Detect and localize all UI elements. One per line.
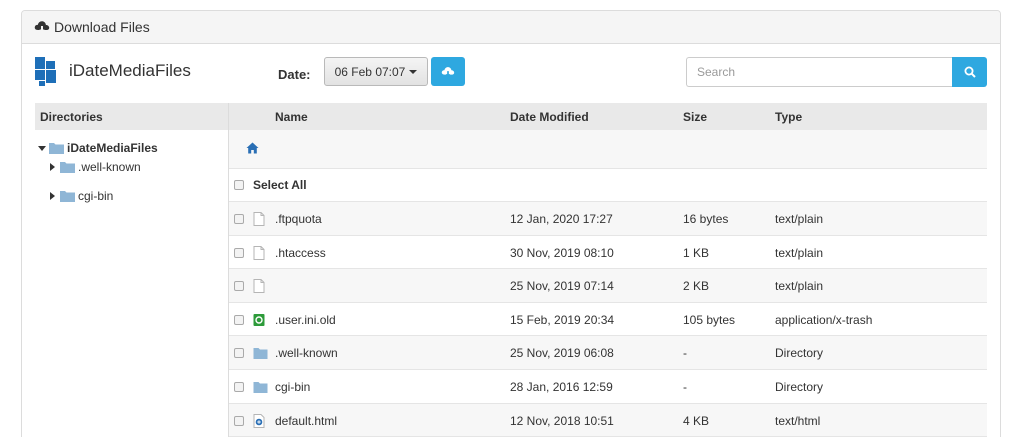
cell-type: text/plain (775, 245, 824, 260)
cell-name[interactable]: .user.ini.old (275, 313, 336, 327)
search-button[interactable] (952, 57, 987, 87)
cell-size: - (683, 346, 687, 361)
folder-icon (60, 162, 75, 173)
cell-size: 105 bytes (683, 312, 736, 327)
cell-modified: 28 Jan, 2016 12:59 (510, 380, 613, 394)
table-row[interactable]: .user.ini.old 15 Feb, 2019 20:34 105 bytes… (229, 303, 987, 337)
cloud-download-icon (441, 66, 455, 77)
cell-size: 2 KB (683, 279, 710, 294)
cell-modified: 25 Nov, 2019 06:08 (510, 346, 614, 361)
text-file-icon (253, 279, 265, 294)
files-pane: Name Date Modified Size Type Select All … (229, 103, 987, 437)
app-logo-icon (35, 57, 56, 86)
table-row[interactable]: 25 Nov, 2019 07:14 2 KB text/plain (229, 269, 987, 303)
row-checkbox[interactable] (234, 314, 244, 325)
folder-icon (49, 143, 64, 154)
row-checkbox[interactable] (234, 382, 244, 392)
cell-type: text/plain (775, 279, 824, 294)
files-table-header: Name Date Modified Size Type (229, 103, 987, 130)
tree-label: .well-known (78, 160, 141, 174)
cell-name[interactable]: .ftpquota (275, 212, 322, 226)
date-dropdown-button[interactable]: 06 Feb 07:07 (324, 57, 428, 86)
column-name[interactable]: Name (275, 110, 308, 124)
table-row[interactable]: default.html 12 Nov, 2018 10:51 4 KB text/h… (229, 403, 987, 437)
row-checkbox[interactable] (234, 214, 244, 224)
cloud-download-icon (34, 21, 50, 33)
cell-name[interactable]: cgi-bin (275, 380, 310, 394)
table-row[interactable]: .ftpquota 12 Jan, 2020 17:27 16 bytes text/… (229, 202, 987, 236)
expand-down-icon[interactable] (38, 145, 46, 151)
row-checkbox[interactable] (234, 247, 244, 258)
folder-icon (60, 191, 75, 202)
caret-down-icon (409, 69, 418, 74)
panel-title: Download Files (54, 19, 150, 35)
directories-pane: Directories iDateMediaFiles .well-known … (35, 103, 229, 437)
cell-size: 1 KB (683, 245, 710, 260)
folder-icon (253, 382, 268, 393)
search-icon (964, 66, 976, 78)
cell-modified: 30 Nov, 2019 08:10 (510, 245, 614, 260)
cell-size: - (683, 380, 687, 394)
tree-label: cgi-bin (78, 189, 114, 203)
download-button[interactable] (431, 57, 465, 86)
column-size[interactable]: Size (683, 110, 707, 124)
cell-type: application/x-trash (775, 312, 873, 327)
table-row[interactable]: .htaccess 30 Nov, 2019 08:10 1 KB text/plai… (229, 236, 987, 270)
cell-modified: 15 Feb, 2019 20:34 (510, 312, 615, 327)
cell-name[interactable]: .well-known (275, 346, 338, 360)
table-row[interactable]: cgi-bin 28 Jan, 2016 12:59 - Directory (229, 370, 987, 404)
app-name: iDateMediaFiles (69, 61, 191, 80)
html-file-icon (253, 413, 265, 428)
cell-modified: 12 Jan, 2020 17:27 (510, 212, 613, 226)
date-label: Date: (278, 67, 311, 82)
tree-item-cgi-bin[interactable]: cgi-bin (50, 189, 113, 203)
cell-modified: 12 Nov, 2018 10:51 (510, 413, 614, 428)
folder-icon (253, 348, 268, 360)
select-all-label[interactable]: Select All (253, 178, 307, 192)
column-date-modified[interactable]: Date Modified (510, 110, 589, 124)
cell-name[interactable]: default.html (275, 414, 337, 428)
tree-item-well-known[interactable]: .well-known (50, 160, 141, 174)
table-row[interactable]: .well-known 25 Nov, 2019 06:08 - Directory (229, 336, 987, 370)
select-all-row: Select All (229, 169, 987, 202)
text-file-icon (253, 212, 265, 226)
row-checkbox[interactable] (234, 281, 244, 292)
cell-type: Directory (775, 380, 824, 394)
download-files-panel: Download Files iDateMediaFiles Date: 06 … (21, 10, 1001, 437)
row-checkbox[interactable] (234, 415, 244, 426)
directories-header: Directories (35, 103, 228, 130)
cell-type: Directory (775, 346, 824, 361)
select-all-checkbox[interactable] (234, 180, 244, 190)
tree-item-root[interactable]: iDateMediaFiles (38, 141, 158, 155)
expand-right-icon[interactable] (50, 163, 55, 171)
cell-name[interactable]: .htaccess (275, 246, 326, 260)
column-type[interactable]: Type (775, 110, 802, 124)
tree-label-root: iDateMediaFiles (67, 141, 158, 155)
home-icon[interactable] (246, 142, 259, 154)
home-row (229, 130, 987, 169)
cell-type: text/plain (775, 212, 824, 226)
cell-modified: 25 Nov, 2019 07:14 (510, 279, 614, 294)
date-value: 06 Feb 07:07 (334, 64, 406, 79)
cell-type: text/html (775, 413, 821, 428)
trash-file-icon (253, 313, 265, 326)
cell-size: 4 KB (683, 413, 710, 428)
search-input[interactable] (686, 57, 953, 87)
cell-size: 16 bytes (683, 212, 729, 226)
text-file-icon (253, 245, 265, 260)
row-checkbox[interactable] (234, 348, 244, 359)
expand-right-icon[interactable] (50, 192, 55, 200)
toolbar: iDateMediaFiles Date: 06 Feb 07:07 (22, 45, 1000, 103)
panel-header: Download Files (22, 11, 1000, 44)
